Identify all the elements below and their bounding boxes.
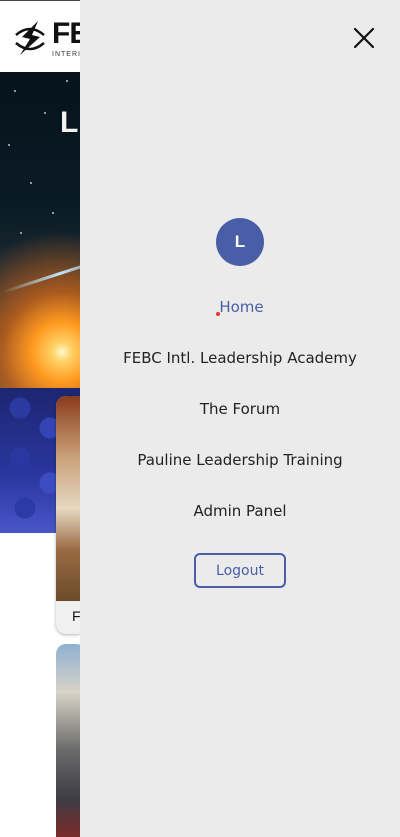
- navigation-drawer: L Home FEBC Intl. Leadership Academy The…: [80, 0, 400, 837]
- febc-logo-icon: [12, 15, 48, 61]
- nav-item-label: Admin Panel: [193, 502, 287, 520]
- nav-item-admin-panel[interactable]: Admin Panel: [80, 501, 400, 521]
- user-avatar[interactable]: L: [216, 218, 264, 266]
- hero-title: L: [60, 106, 79, 139]
- close-button[interactable]: [350, 24, 378, 52]
- logout-label: Logout: [216, 562, 264, 579]
- nav-item-pauline-training[interactable]: Pauline Leadership Training: [80, 450, 400, 470]
- nav-item-label: FEBC Intl. Leadership Academy: [123, 349, 357, 367]
- nav-item-home[interactable]: Home: [80, 297, 400, 317]
- nav-item-forum[interactable]: The Forum: [80, 399, 400, 419]
- nav-item-label: Pauline Leadership Training: [137, 451, 343, 469]
- close-icon: [353, 27, 375, 49]
- nav-item-label: Home: [219, 298, 264, 316]
- nav-item-leadership-academy[interactable]: FEBC Intl. Leadership Academy: [80, 348, 400, 368]
- nav-item-label: The Forum: [199, 400, 281, 418]
- logout-button[interactable]: Logout: [194, 553, 286, 588]
